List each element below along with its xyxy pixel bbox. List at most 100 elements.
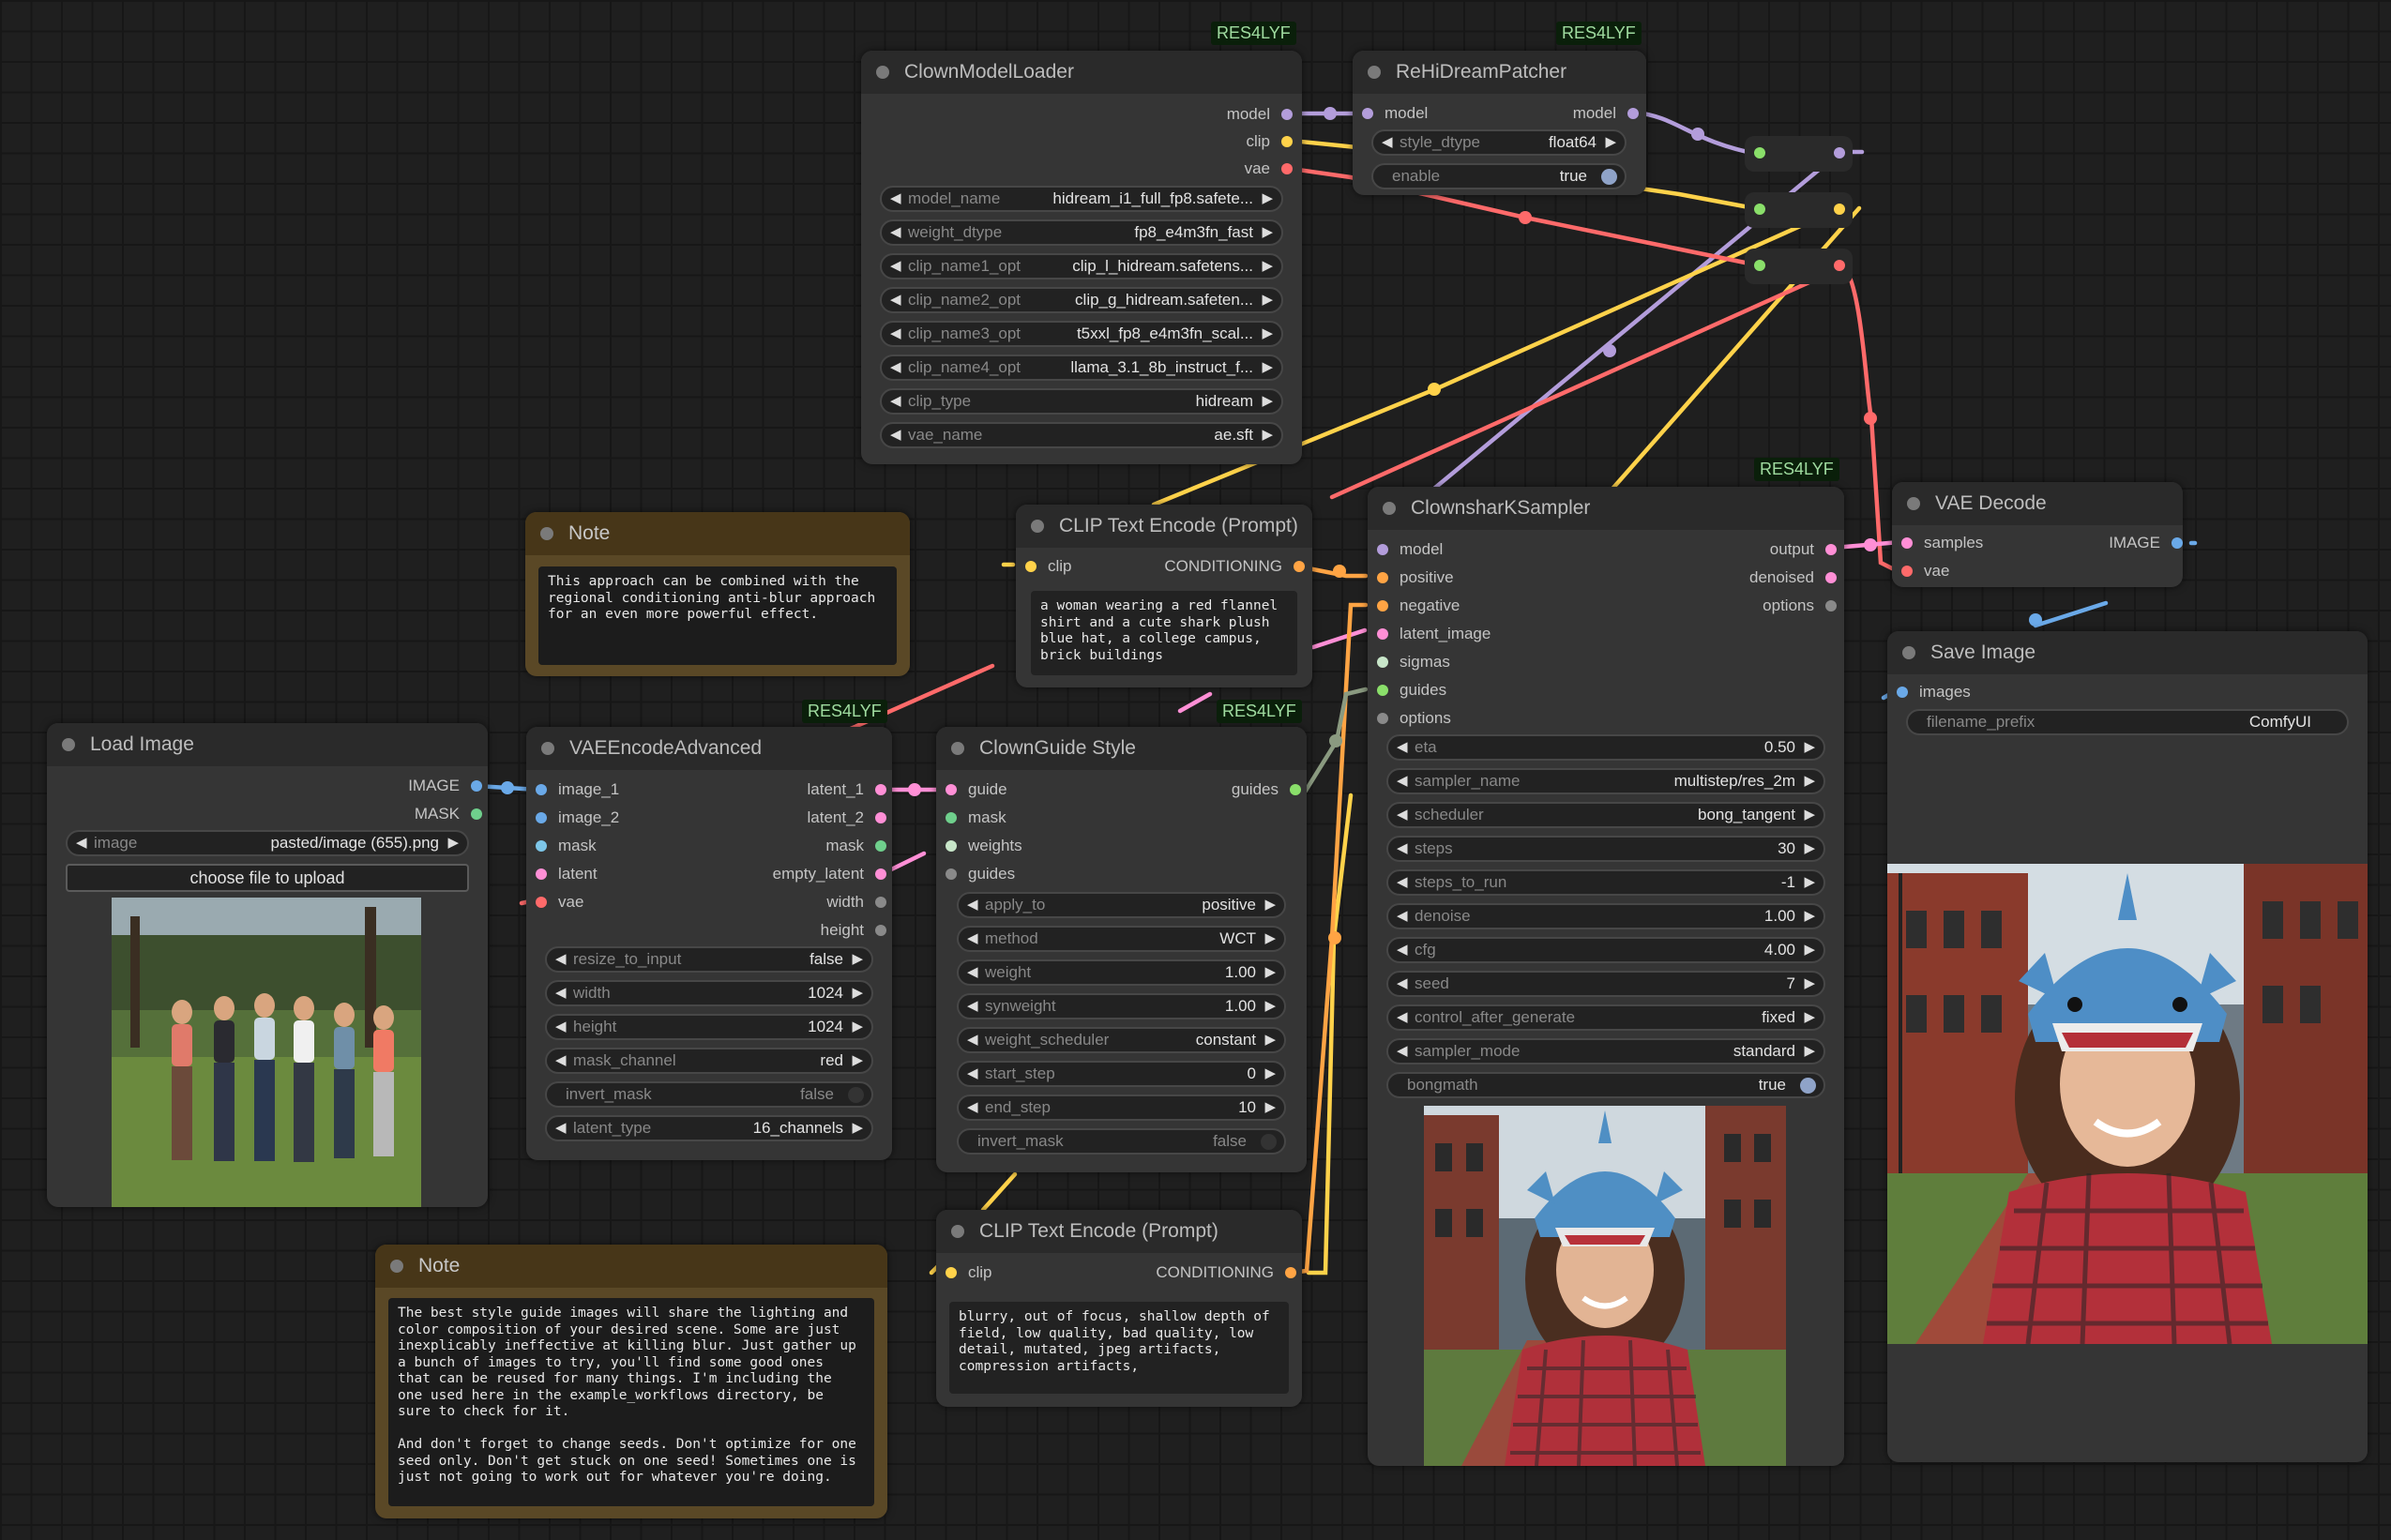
note-node-bottom[interactable]: Note The best style guide images will sh…	[375, 1245, 887, 1518]
arrow-left-icon[interactable]: ◀	[890, 255, 901, 278]
widget-vae-name[interactable]: ◀ vae_name ae.sft ▶	[880, 422, 1283, 448]
widget-method[interactable]: ◀ method WCT ▶	[957, 926, 1286, 952]
arrow-right-icon[interactable]: ▶	[1804, 1006, 1815, 1029]
arrow-right-icon[interactable]: ▶	[1605, 131, 1616, 154]
arrow-right-icon[interactable]: ▶	[1804, 736, 1815, 759]
widget-cfg[interactable]: ◀ cfg 4.00 ▶	[1386, 937, 1825, 963]
clip-socket-icon[interactable]	[946, 1267, 957, 1278]
arrow-right-icon[interactable]: ▶	[1262, 424, 1273, 446]
reroute-out-icon[interactable]	[1834, 260, 1845, 271]
arrow-left-icon[interactable]: ◀	[1397, 1006, 1408, 1029]
arrow-left-icon[interactable]: ◀	[967, 961, 978, 984]
output-clip[interactable]: clip	[1246, 131, 1293, 152]
arrow-left-icon[interactable]: ◀	[1382, 131, 1393, 154]
arrow-left-icon[interactable]: ◀	[1397, 838, 1408, 860]
arrow-right-icon[interactable]: ▶	[1264, 1029, 1276, 1051]
latent-socket-icon[interactable]	[1377, 628, 1388, 640]
vae-decode-node[interactable]: VAE Decode samples vae IMAGE	[1892, 482, 2183, 587]
conditioning-socket-icon[interactable]	[1294, 561, 1305, 572]
input-positive[interactable]: positive	[1377, 567, 1454, 588]
widget-filename-prefix[interactable]: filename_prefix ComfyUI	[1906, 709, 2349, 735]
vae-socket-icon[interactable]	[1901, 566, 1913, 577]
output-height[interactable]: height	[821, 920, 886, 941]
arrow-left-icon[interactable]: ◀	[1397, 939, 1408, 961]
widget-weight-scheduler[interactable]: ◀ weight_scheduler constant ▶	[957, 1027, 1286, 1053]
arrow-right-icon[interactable]: ▶	[852, 1117, 863, 1140]
clip-socket-icon[interactable]	[1025, 561, 1037, 572]
output-mask[interactable]: MASK	[415, 804, 482, 824]
vae-socket-icon[interactable]	[1281, 163, 1293, 174]
input-vae[interactable]: vae	[536, 892, 583, 913]
widget-steps[interactable]: ◀ steps 30 ▶	[1386, 836, 1825, 862]
arrow-right-icon[interactable]: ▶	[1264, 894, 1276, 916]
collapse-dot-icon[interactable]	[1907, 497, 1920, 510]
options-socket-icon[interactable]	[1825, 600, 1837, 611]
clip-socket-icon[interactable]	[1281, 136, 1293, 147]
options-socket-icon[interactable]	[1377, 713, 1388, 724]
arrow-right-icon[interactable]: ▶	[1804, 838, 1815, 860]
clip-text-encode-negative-node[interactable]: CLIP Text Encode (Prompt) clip CONDITION…	[936, 1210, 1302, 1407]
arrow-right-icon[interactable]: ▶	[1804, 871, 1815, 894]
output-image[interactable]: IMAGE	[2109, 533, 2183, 553]
arrow-left-icon[interactable]: ◀	[967, 928, 978, 950]
widget-seed[interactable]: ◀ seed 7 ▶	[1386, 971, 1825, 997]
guides-socket-icon[interactable]	[1377, 685, 1388, 696]
output-conditioning[interactable]: CONDITIONING	[1164, 556, 1305, 577]
arrow-left-icon[interactable]: ◀	[1397, 770, 1408, 793]
node-title-bar[interactable]: CLIP Text Encode (Prompt)	[936, 1210, 1302, 1253]
input-image-1[interactable]: image_1	[536, 779, 619, 800]
collapse-dot-icon[interactable]	[540, 527, 553, 540]
widget-style-dtype[interactable]: ◀ style_dtype float64 ▶	[1371, 129, 1627, 156]
widget-eta[interactable]: ◀ eta 0.50 ▶	[1386, 734, 1825, 761]
arrow-left-icon[interactable]: ◀	[555, 1117, 567, 1140]
conditioning-socket-icon[interactable]	[1377, 572, 1388, 583]
widget-control-after-generate[interactable]: ◀ control_after_generate fixed ▶	[1386, 1004, 1825, 1031]
widget-weight-dtype[interactable]: ◀ weight_dtype fp8_e4m3fn_fast ▶	[880, 219, 1283, 246]
widget-latent-type[interactable]: ◀ latent_type 16_channels ▶	[545, 1115, 873, 1141]
arrow-left-icon[interactable]: ◀	[890, 356, 901, 379]
reroute-in-icon[interactable]	[1754, 204, 1765, 215]
toggle-knob-icon[interactable]	[1800, 1078, 1816, 1094]
output-vae[interactable]: vae	[1245, 159, 1293, 179]
widget-resize-to-input[interactable]: ◀ resize_to_input false ▶	[545, 946, 873, 973]
arrow-left-icon[interactable]: ◀	[1397, 1040, 1408, 1063]
arrow-left-icon[interactable]: ◀	[967, 1096, 978, 1119]
output-denoised[interactable]: denoised	[1749, 567, 1837, 588]
widget-clip-type[interactable]: ◀ clip_type hidream ▶	[880, 388, 1283, 415]
output-output[interactable]: output	[1770, 539, 1837, 560]
arrow-right-icon[interactable]: ▶	[1262, 255, 1273, 278]
int-socket-icon[interactable]	[875, 897, 886, 908]
note-node-top[interactable]: Note This approach can be combined with …	[525, 512, 910, 676]
widget-clip-name4[interactable]: ◀ clip_name4_opt llama_3.1_8b_instruct_f..…	[880, 355, 1283, 381]
arrow-left-icon[interactable]: ◀	[1397, 871, 1408, 894]
arrow-left-icon[interactable]: ◀	[967, 894, 978, 916]
arrow-right-icon[interactable]: ▶	[852, 1049, 863, 1072]
reroute-clip[interactable]	[1745, 192, 1853, 228]
arrow-left-icon[interactable]: ◀	[967, 1063, 978, 1085]
latent-socket-icon[interactable]	[1825, 572, 1837, 583]
output-width[interactable]: width	[826, 892, 886, 913]
clownshark-sampler-node[interactable]: ClownsharKSampler model positive negativ…	[1368, 487, 1844, 1466]
input-mask[interactable]: mask	[536, 836, 597, 856]
widget-synweight[interactable]: ◀ synweight 1.00 ▶	[957, 993, 1286, 1019]
widget-sampler-name[interactable]: ◀ sampler_name multistep/res_2m ▶	[1386, 768, 1825, 794]
arrow-left-icon[interactable]: ◀	[967, 995, 978, 1018]
arrow-left-icon[interactable]: ◀	[555, 1049, 567, 1072]
widget-clip-name1[interactable]: ◀ clip_name1_opt clip_l_hidream.safetens..…	[880, 253, 1283, 279]
arrow-right-icon[interactable]: ▶	[1262, 323, 1273, 345]
toggle-knob-icon[interactable]	[848, 1087, 864, 1103]
widget-end-step[interactable]: ◀ end_step 10 ▶	[957, 1095, 1286, 1121]
arrow-right-icon[interactable]: ▶	[1264, 1096, 1276, 1119]
latent-socket-icon[interactable]	[946, 784, 957, 795]
output-latent-1[interactable]: latent_1	[808, 779, 886, 800]
sigmas-socket-icon[interactable]	[1377, 657, 1388, 668]
latent-socket-icon[interactable]	[536, 868, 547, 880]
latent-socket-icon[interactable]	[875, 868, 886, 880]
widget-invert-mask-toggle[interactable]: invert_mask false	[957, 1128, 1286, 1155]
output-model[interactable]: model	[1573, 103, 1639, 124]
reroute-model[interactable]	[1745, 136, 1853, 172]
widget-clip-name3[interactable]: ◀ clip_name3_opt t5xxl_fp8_e4m3fn_scal... ▶	[880, 321, 1283, 347]
arrow-left-icon[interactable]: ◀	[1397, 804, 1408, 826]
arrow-right-icon[interactable]: ▶	[1264, 928, 1276, 950]
node-title-bar[interactable]: ClownsharKSampler	[1368, 487, 1844, 530]
